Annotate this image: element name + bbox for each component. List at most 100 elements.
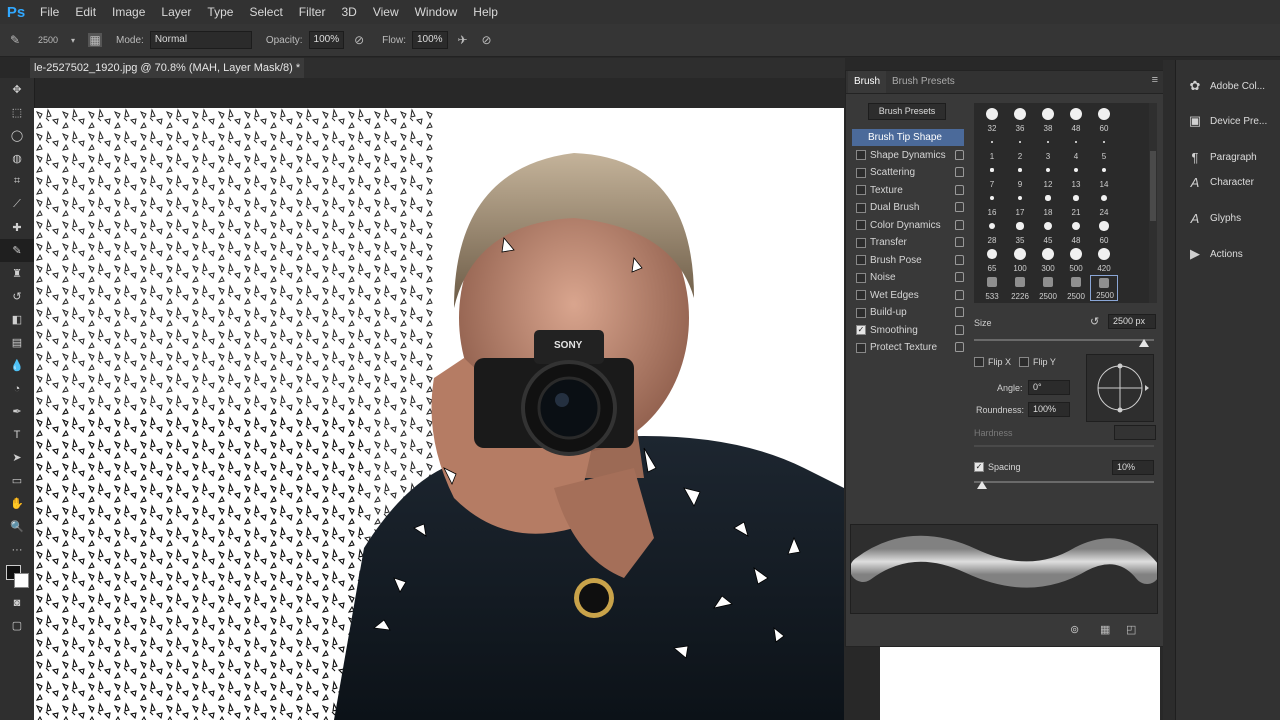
brush-grid-icon[interactable]: ▦	[1100, 623, 1110, 636]
type-tool-icon[interactable]: T	[0, 423, 34, 446]
flip-y-checkbox[interactable]	[1019, 357, 1030, 367]
pen-tool-icon[interactable]: ✒	[0, 400, 34, 423]
brush-preset-3-4[interactable]: 24	[1090, 191, 1118, 217]
size-slider-track[interactable]	[974, 339, 1154, 341]
brush-preset-4-1[interactable]: 35	[1006, 219, 1034, 245]
menu-filter[interactable]: Filter	[291, 0, 334, 24]
brush-setting-scattering[interactable]: Scattering	[852, 164, 964, 181]
setting-checkbox[interactable]	[856, 185, 866, 195]
marquee-tool-icon[interactable]: ⬚	[0, 101, 34, 124]
brush-preset-1-1[interactable]: 2	[1006, 135, 1034, 161]
brush-preset-2-3[interactable]: 13	[1062, 163, 1090, 189]
brush-setting-brush-pose[interactable]: Brush Pose	[852, 252, 964, 269]
menu-select[interactable]: Select	[241, 0, 290, 24]
setting-checkbox[interactable]	[856, 272, 866, 283]
brush-preset-4-2[interactable]: 45	[1034, 219, 1062, 245]
dock-item-character[interactable]: A Character	[1186, 172, 1280, 192]
dodge-tool-icon[interactable]: ◔	[0, 377, 34, 400]
lock-icon[interactable]	[955, 254, 964, 265]
brush-preset-2-2[interactable]: 12	[1034, 163, 1062, 189]
brush-setting-brush-tip-shape[interactable]: Brush Tip Shape	[852, 129, 964, 146]
brush-preset-0-0[interactable]: 32	[978, 107, 1006, 133]
dock-item-actions[interactable]: ▶ Actions	[1186, 244, 1280, 264]
lock-icon[interactable]	[955, 184, 964, 195]
brush-preset-2-0[interactable]: 7	[978, 163, 1006, 189]
dock-item-glyphs[interactable]: A Glyphs	[1186, 208, 1280, 228]
setting-checkbox[interactable]	[856, 342, 866, 353]
lock-icon[interactable]	[955, 342, 964, 352]
brush-setting-smoothing[interactable]: ✓ Smoothing	[852, 322, 964, 339]
brush-setting-transfer[interactable]: Transfer	[852, 234, 964, 251]
brush-presets-button[interactable]: Brush Presets	[868, 103, 946, 120]
move-tool-icon[interactable]: ✥	[0, 78, 34, 101]
brush-preset-5-3[interactable]: 500	[1062, 247, 1090, 273]
brush-preset-2-1[interactable]: 9	[1006, 163, 1034, 189]
menu-help[interactable]: Help	[465, 0, 506, 24]
healing-brush-tool-icon[interactable]: ✚	[0, 216, 34, 239]
lasso-tool-icon[interactable]: ◯	[0, 124, 34, 147]
lock-icon[interactable]	[955, 167, 964, 177]
more-tools-icon[interactable]: ···	[0, 538, 34, 561]
dock-item-adobe-color[interactable]: ✿ Adobe Col...	[1186, 76, 1280, 96]
brush-tool-icon[interactable]: ✎	[6, 31, 24, 49]
menu-window[interactable]: Window	[407, 0, 466, 24]
brush-preset-3-1[interactable]: 17	[1006, 191, 1034, 217]
setting-checkbox[interactable]	[856, 290, 866, 300]
brush-preset-6-1[interactable]: 2226	[1006, 275, 1034, 301]
brush-setting-color-dynamics[interactable]: Color Dynamics	[852, 217, 964, 234]
menu-3d[interactable]: 3D	[333, 0, 364, 24]
menu-file[interactable]: File	[32, 0, 67, 24]
lock-icon[interactable]	[955, 219, 964, 230]
eraser-tool-icon[interactable]: ◧	[0, 308, 34, 331]
brush-preset-3-3[interactable]: 21	[1062, 191, 1090, 217]
lock-icon[interactable]	[955, 289, 964, 300]
size-field[interactable]: 2500 px	[1108, 314, 1156, 329]
crop-tool-icon[interactable]: ⌗	[0, 170, 34, 193]
brush-preset-0-3[interactable]: 48	[1062, 107, 1090, 133]
clone-stamp-tool-icon[interactable]: ♜	[0, 262, 34, 285]
flip-x-checkbox[interactable]	[974, 357, 984, 367]
brush-preset-0-2[interactable]: 38	[1034, 107, 1062, 133]
reset-size-icon[interactable]: ↺	[1090, 315, 1099, 328]
setting-checkbox[interactable]	[856, 255, 866, 265]
second-document-canvas[interactable]	[880, 647, 1160, 720]
menu-image[interactable]: Image	[104, 0, 153, 24]
brush-preset-1-4[interactable]: 5	[1090, 135, 1118, 161]
path-selection-tool-icon[interactable]: ➤	[0, 446, 34, 469]
opacity-field[interactable]: 100%	[308, 31, 345, 49]
brush-preset-5-0[interactable]: 65	[978, 247, 1006, 273]
lock-icon[interactable]	[955, 324, 964, 335]
brush-tool-icon[interactable]: ✎	[0, 239, 34, 262]
setting-checkbox[interactable]: ✓	[856, 325, 866, 335]
lock-icon[interactable]	[955, 202, 964, 212]
menu-layer[interactable]: Layer	[153, 0, 199, 24]
brush-preset-2-4[interactable]: 14	[1090, 163, 1118, 189]
angle-roundness-widget[interactable]	[1086, 354, 1154, 422]
brush-setting-texture[interactable]: Texture	[852, 182, 964, 199]
brush-setting-build-up[interactable]: Build-up	[852, 304, 964, 321]
spacing-checkbox[interactable]: ✓	[974, 462, 984, 472]
dock-item-device-preview[interactable]: ▣ Device Pre...	[1186, 111, 1280, 131]
brush-size-readout[interactable]: 2500	[38, 35, 58, 45]
toggle-live-tip-icon[interactable]: ⊚	[1070, 623, 1079, 636]
lock-icon[interactable]	[955, 307, 964, 317]
brush-preset-0-1[interactable]: 36	[1006, 107, 1034, 133]
brush-setting-wet-edges[interactable]: Wet Edges	[852, 287, 964, 304]
brush-preset-1-2[interactable]: 3	[1034, 135, 1062, 161]
brush-setting-noise[interactable]: Noise	[852, 269, 964, 286]
preset-grid-scrollbar[interactable]	[1149, 103, 1157, 303]
brush-setting-protect-texture[interactable]: Protect Texture	[852, 339, 964, 356]
brush-setting-shape-dynamics[interactable]: Shape Dynamics	[852, 147, 964, 164]
gradient-tool-icon[interactable]: ▤	[0, 331, 34, 354]
brush-preset-4-4[interactable]: 60	[1090, 219, 1118, 245]
roundness-field[interactable]: 100%	[1028, 402, 1070, 417]
lock-icon[interactable]	[955, 272, 964, 282]
color-swatches-icon[interactable]	[0, 561, 34, 591]
spacing-slider-thumb[interactable]	[977, 481, 987, 489]
hand-tool-icon[interactable]: ✋	[0, 492, 34, 515]
brush-preset-5-2[interactable]: 300	[1034, 247, 1062, 273]
brush-setting-dual-brush[interactable]: Dual Brush	[852, 199, 964, 216]
quick-selection-tool-icon[interactable]: ◍	[0, 147, 34, 170]
brush-preset-1-3[interactable]: 4	[1062, 135, 1090, 161]
brush-preset-6-2[interactable]: 2500	[1034, 275, 1062, 301]
